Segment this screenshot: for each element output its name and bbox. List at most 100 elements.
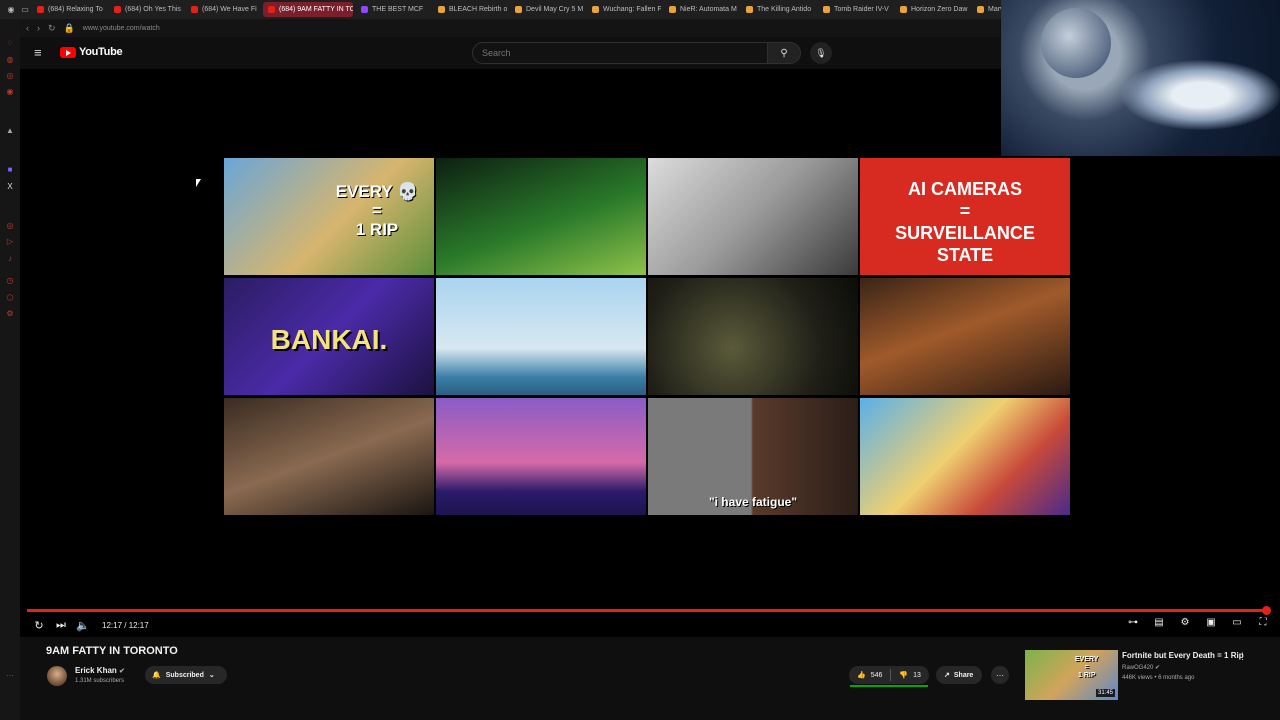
thumbs-up-icon: 👍 (857, 672, 866, 679)
tab-favicon-icon (515, 6, 522, 13)
subscribed-label: Subscribed (165, 671, 204, 679)
mosaic-thumb-9[interactable] (224, 398, 434, 515)
dislike-count: 13 (913, 671, 921, 679)
tab-title: Wuchang: Fallen F (603, 6, 661, 13)
dislike-button[interactable]: 👎 13 (891, 671, 929, 680)
tab-favicon-icon (361, 6, 368, 13)
tab-title: (684) 9AM FATTY IN TO (279, 6, 353, 13)
search-box (472, 42, 768, 64)
sidebar-speed-dial-icon[interactable]: ◌ (5, 38, 15, 48)
browser-tab[interactable]: THE BEST MCF (356, 2, 430, 17)
sidebar-app-icon[interactable]: ▲ (5, 126, 15, 136)
captions-icon[interactable]: ▤ (1150, 617, 1168, 628)
miniplayer-icon[interactable]: ▣ (1202, 617, 1220, 628)
volume-icon[interactable]: 🔈 (72, 619, 94, 632)
mosaic-thumb-6[interactable] (436, 278, 646, 395)
tab-favicon-icon (191, 6, 198, 13)
forward-icon[interactable]: › (37, 23, 40, 33)
sidebar-music-icon[interactable]: ♪ (5, 254, 15, 264)
search-button[interactable]: ⚲ (767, 42, 801, 64)
recommended-title[interactable]: Fortnite but Every Death = 1 Rip (1122, 651, 1244, 660)
sidebar-bag-icon[interactable]: ◍ (5, 55, 15, 65)
reload-icon[interactable]: ↻ (48, 23, 56, 34)
sidebar-messenger-icon[interactable]: ◉ (5, 87, 15, 97)
voice-search-button[interactable]: 🎙 (810, 42, 832, 64)
channel-avatar[interactable] (47, 666, 67, 686)
sidebar-x-icon[interactable]: X (5, 182, 15, 192)
sidebar-settings-icon[interactable]: ⚙ (5, 309, 15, 319)
end-screen-mosaic: EVERY 💀 = 1 RIP AI CAMERAS = SURVEILLANC… (224, 158, 1070, 516)
thumb-caption-bankai: BANKAI. (270, 324, 388, 355)
more-actions-button[interactable]: ⋯ (991, 666, 1009, 684)
back-icon[interactable]: ‹ (26, 23, 29, 33)
browser-tab[interactable]: Tomb Raider IV-V (818, 2, 892, 17)
verified-check-icon: ✔ (119, 668, 125, 675)
mosaic-thumb-1[interactable]: EVERY 💀 = 1 RIP (224, 158, 434, 275)
pip-moon-image (1041, 8, 1111, 78)
next-icon[interactable]: ⏭ (50, 619, 72, 632)
browser-tab[interactable]: Wuchang: Fallen F (587, 2, 661, 17)
channel-name[interactable]: Erick Khan ✔ (75, 666, 125, 675)
video-title: 9AM FATTY IN TORONTO (46, 645, 178, 657)
mosaic-thumb-5[interactable]: BANKAI. (224, 278, 434, 395)
browser-tab[interactable]: Devil May Cry 5 M (510, 2, 584, 17)
browser-tab[interactable]: NieR: Automata M (664, 2, 738, 17)
browser-tab[interactable]: (684) We Have Fi (186, 2, 260, 17)
player-controls: ↻ ⏭ 🔈 12:17 / 12:17 ⊶ ▤ ⚙ ▣ ▭ ⛶ (20, 614, 1280, 636)
mosaic-thumb-4[interactable]: AI CAMERAS = SURVEILLANCE STATE (860, 158, 1070, 275)
browser-tab[interactable]: (684) Relaxing To (32, 2, 106, 17)
address-bar: ‹ › ↻ 🔒 www.youtube.com/watch (20, 19, 1000, 37)
sidebar-extensions-icon[interactable]: ⬠ (5, 293, 15, 303)
sidebar-history-icon[interactable]: ◷ (5, 276, 15, 286)
url-text[interactable]: www.youtube.com/watch (83, 25, 160, 32)
hamburger-menu-icon[interactable]: ≡ (34, 46, 42, 59)
youtube-logo[interactable]: YouTube (60, 46, 123, 58)
recommended-menu-icon[interactable]: ⋮ (1238, 651, 1247, 662)
pip-cloud-image (1121, 60, 1280, 130)
tab-favicon-icon (746, 6, 753, 13)
recommended-duration: 31:45 (1095, 689, 1115, 697)
recommended-thumbnail[interactable]: EVERY = 1 RIP 31:45 (1025, 650, 1118, 700)
share-icon: ↗ (944, 672, 950, 679)
mosaic-thumb-2[interactable] (436, 158, 646, 275)
recommended-channel[interactable]: RawOG420 ✔ (1122, 664, 1160, 671)
tab-title: The Killing Antido (757, 6, 812, 13)
theater-mode-icon[interactable]: ▭ (1228, 617, 1246, 628)
sidebar-instagram-icon[interactable]: ◎ (5, 71, 15, 81)
progress-bar[interactable] (27, 609, 1267, 612)
share-button[interactable]: ↗ Share (936, 666, 982, 684)
settings-gear-icon[interactable]: ⚙ (1176, 617, 1194, 628)
like-count: 546 (870, 671, 883, 679)
autoplay-toggle-icon[interactable]: ⊶ (1124, 617, 1142, 628)
like-button[interactable]: 👍 546 (849, 671, 890, 680)
browser-tab[interactable]: (684) 9AM FATTY IN TO (263, 2, 353, 17)
tab-favicon-icon (669, 6, 676, 13)
browser-tab[interactable]: Horizon Zero Daw (895, 2, 969, 17)
mosaic-thumb-11[interactable]: "i have fatigue" (648, 398, 858, 515)
mosaic-thumb-7[interactable] (648, 278, 858, 395)
search-input[interactable] (473, 43, 733, 63)
subscribed-button[interactable]: 🔔 Subscribed ⌄ (145, 666, 227, 684)
channel-name-text: Erick Khan (75, 666, 117, 675)
sidebar-play-icon[interactable]: ▷ (5, 237, 15, 247)
tab-overview-icon[interactable]: ▭ (18, 2, 32, 17)
share-label: Share (953, 671, 974, 679)
tab-favicon-icon (977, 6, 984, 13)
time-display: 12:17 / 12:17 (102, 620, 149, 630)
replay-icon[interactable]: ↻ (28, 619, 50, 632)
browser-tab[interactable]: The Killing Antido (741, 2, 815, 17)
browser-tab[interactable]: (684) Oh Yes This (109, 2, 183, 17)
fullscreen-icon[interactable]: ⛶ (1254, 617, 1272, 628)
mosaic-thumb-8[interactable] (860, 278, 1070, 395)
sidebar-twitch-icon[interactable]: ◎ (5, 221, 15, 231)
browser-tab[interactable]: BLEACH Rebirth o (433, 2, 507, 17)
recommended-thumb-caption: EVERY = 1 RIP (1075, 656, 1099, 679)
browser-menu-icon[interactable]: ◉ (4, 2, 18, 17)
mosaic-thumb-3[interactable] (648, 158, 858, 275)
mosaic-thumb-10[interactable] (436, 398, 646, 515)
sidebar-discord-icon[interactable]: ■ (5, 165, 15, 175)
sidebar-more-icon[interactable]: ⋯ (5, 671, 15, 681)
mosaic-thumb-12[interactable] (860, 398, 1070, 515)
picture-in-picture-overlay[interactable] (1001, 0, 1280, 156)
like-dislike-group: 👍 546 👎 13 (849, 666, 929, 684)
